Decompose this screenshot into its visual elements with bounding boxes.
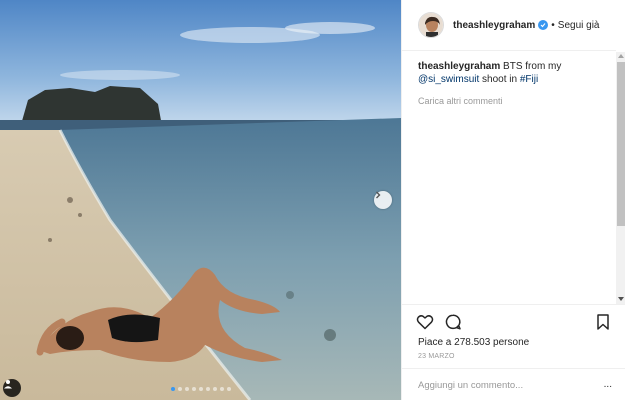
instagram-post: theashleygraham • Segui già theashleygra… — [0, 0, 625, 400]
post-date: 23 MARZO — [418, 353, 455, 360]
scrollbar-thumb[interactable] — [617, 62, 625, 226]
header-separator: • — [551, 19, 555, 31]
scroll-down-arrow-icon[interactable] — [618, 297, 624, 301]
comments-scrollbar[interactable] — [616, 52, 625, 304]
carousel-indicator — [0, 387, 401, 391]
carousel-dot — [212, 387, 217, 391]
carousel-next-button[interactable] — [374, 191, 392, 209]
like-button[interactable] — [416, 313, 434, 331]
carousel-dot — [191, 387, 196, 391]
scroll-up-arrow-icon[interactable] — [618, 54, 624, 58]
bookmark-icon — [597, 314, 609, 330]
verified-badge-icon — [538, 20, 549, 30]
carousel-dot — [170, 387, 175, 391]
action-icons — [416, 313, 612, 331]
more-options-button[interactable]: ... — [604, 380, 612, 390]
caption-hashtag[interactable]: #Fiji — [520, 74, 538, 85]
post-side-panel: theashleygraham • Segui già theashleygra… — [401, 0, 625, 400]
cut-off-comment — [418, 112, 590, 116]
post-photo[interactable] — [0, 0, 401, 400]
caption-text-1: BTS from my — [500, 61, 562, 72]
comment-bubble-icon — [445, 314, 461, 330]
avatar[interactable] — [418, 12, 444, 38]
avatar-image — [419, 13, 443, 37]
caption-text-2: shoot in — [479, 74, 520, 85]
header-username[interactable]: theashleygraham — [453, 20, 535, 31]
comment-input[interactable] — [418, 379, 588, 391]
post-caption: theashleygraham BTS from my @si_swimsuit… — [418, 60, 598, 86]
load-more-comments-link[interactable]: Carica altri commenti — [418, 96, 616, 106]
add-comment-bar: ... — [402, 368, 625, 401]
carousel-dot — [177, 387, 182, 391]
beach-photo — [0, 0, 401, 400]
save-button[interactable] — [594, 313, 612, 331]
caption-mention[interactable]: @si_swimsuit — [418, 74, 479, 85]
carousel-dot — [184, 387, 189, 391]
carousel-dot — [198, 387, 203, 391]
chevron-right-icon — [376, 191, 381, 199]
comments-area: theashleygraham BTS from my @si_swimsuit… — [402, 52, 616, 301]
post-actions: Piace a 278.503 persone 23 MARZO ... — [402, 304, 625, 400]
post-header: theashleygraham • Segui già — [402, 0, 616, 51]
following-button[interactable]: Segui già — [558, 20, 600, 31]
heart-icon — [416, 315, 434, 330]
likes-count[interactable]: Piace a 278.503 persone — [418, 337, 529, 348]
comment-button[interactable] — [444, 313, 462, 331]
carousel-dot — [205, 387, 210, 391]
carousel-dot — [219, 387, 224, 391]
carousel-dot — [226, 387, 231, 391]
caption-username[interactable]: theashleygraham — [418, 61, 500, 72]
